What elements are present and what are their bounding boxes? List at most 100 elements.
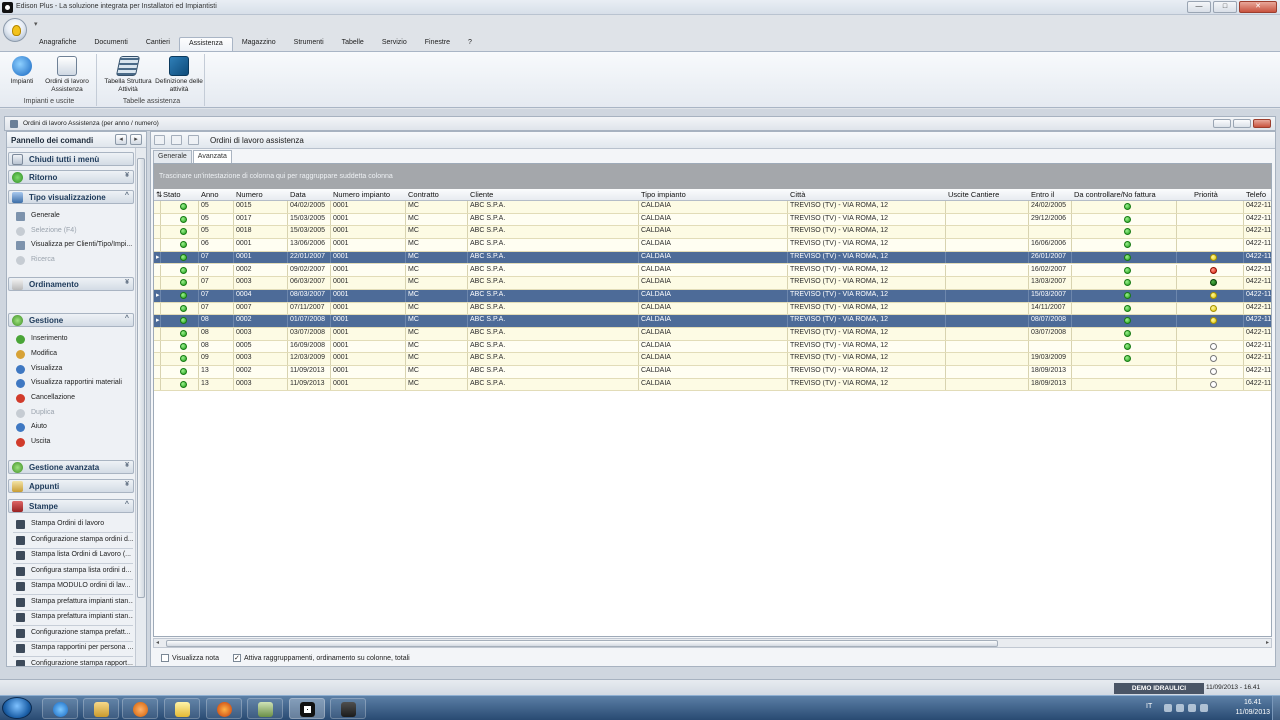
- ribbon-tab-servizio[interactable]: Servizio: [373, 37, 416, 51]
- ribbon-tab-strumenti[interactable]: Strumenti: [285, 37, 333, 51]
- column-header-controllo[interactable]: Da controllare/No fattura: [1074, 190, 1156, 199]
- column-header-contratto[interactable]: Contratto: [408, 190, 439, 199]
- table-row[interactable]: 07 0007 07/11/2007 0001 MC ABC S.P.A. CALDAIA T…: [154, 302, 1271, 316]
- column-header-numero[interactable]: Numero: [236, 190, 263, 199]
- menu-item-ricerca[interactable]: Ricerca: [13, 254, 133, 267]
- show-desktop-button[interactable]: [1272, 696, 1280, 720]
- ribbon-tab-assistenza[interactable]: Assistenza: [178, 37, 233, 51]
- column-header-citta[interactable]: Città: [790, 190, 805, 199]
- ribbon-tab-anagrafiche[interactable]: Anagrafiche: [30, 37, 85, 51]
- mdi-minimize-button[interactable]: [1213, 119, 1231, 128]
- menu-item-stampa-1[interactable]: Configurazione stampa ordini d...: [13, 533, 133, 549]
- table-row[interactable]: 06 0001 13/06/2006 0001 MC ABC S.P.A. CALDAIA T…: [154, 239, 1271, 252]
- start-button[interactable]: [2, 697, 32, 719]
- taskbar-app-6[interactable]: [247, 698, 283, 719]
- toolbar-button-1[interactable]: [154, 135, 165, 145]
- close-button[interactable]: ✕: [1239, 1, 1277, 13]
- menu-item-inserimento[interactable]: Inserimento: [13, 333, 133, 346]
- tray-flag-icon[interactable]: [1176, 704, 1184, 712]
- checkbox-attiva-raggruppamenti[interactable]: ✓: [232, 654, 241, 662]
- option-visualizza-nota[interactable]: Visualizza nota: [161, 654, 219, 662]
- section-ordinamento[interactable]: Ordinamento ¥: [8, 277, 134, 291]
- taskbar-ie[interactable]: [42, 698, 78, 719]
- column-header-entro[interactable]: Entro il: [1031, 190, 1054, 199]
- column-header-priorita[interactable]: Priorità: [1194, 190, 1218, 199]
- taskbar-explorer[interactable]: [83, 698, 119, 719]
- taskbar-clock[interactable]: 16.41 11/09/2013: [1235, 698, 1270, 718]
- application-menu-button[interactable]: [3, 18, 27, 42]
- ribbon-tab-[interactable]: ?: [459, 37, 481, 51]
- checkbox-visualizza-nota[interactable]: [161, 654, 169, 662]
- scroll-left-icon[interactable]: ◂: [156, 639, 159, 646]
- section-stampe[interactable]: Stampe ^: [8, 499, 134, 513]
- tray-arrow-icon[interactable]: [1164, 704, 1172, 712]
- maximize-button[interactable]: □: [1213, 1, 1237, 13]
- impianti-button[interactable]: Impianti: [4, 56, 40, 86]
- table-row[interactable]: 05 0015 04/02/2005 0001 MC ABC S.P.A. CALDAIA T…: [154, 201, 1271, 214]
- ribbon-tab-magazzino[interactable]: Magazzino: [233, 37, 285, 51]
- close-all-menus[interactable]: Chiudi tutti i menù: [8, 152, 134, 166]
- section-tipo-visualizzazione[interactable]: Tipo visualizzazione ^: [8, 190, 134, 204]
- mdi-close-button[interactable]: [1253, 119, 1271, 128]
- menu-item-visualizza-clienti[interactable]: Visualizza per Clienti/Tipo/Impi...: [13, 239, 133, 252]
- tab-avanzata[interactable]: Avanzata: [192, 150, 232, 163]
- menu-item-selezione[interactable]: Selezione (F4): [13, 225, 133, 238]
- column-header-anno[interactable]: Anno: [201, 190, 219, 199]
- ribbon-tab-finestre[interactable]: Finestre: [416, 37, 459, 51]
- section-appunti[interactable]: Appunti ¥: [8, 479, 134, 493]
- menu-item-stampa-4[interactable]: Stampa MODULO ordini di lav...: [13, 580, 133, 595]
- quick-access-toolbar-dropdown[interactable]: ▾: [34, 20, 38, 28]
- column-header-cliente[interactable]: Cliente: [470, 190, 493, 199]
- menu-item-modifica[interactable]: Modifica: [13, 348, 133, 361]
- taskbar-app-8[interactable]: [330, 698, 366, 719]
- table-row[interactable]: 13 0002 11/09/2013 0001 MC ABC S.P.A. CALDAIA T…: [154, 366, 1271, 379]
- menu-item-stampa-0[interactable]: Stampa Ordini di lavoro: [13, 518, 133, 533]
- menu-item-visualizza[interactable]: Visualizza: [13, 363, 133, 376]
- ribbon-tab-documenti[interactable]: Documenti: [85, 37, 136, 51]
- definizione-attivita-button[interactable]: Definizione delle attività: [155, 56, 203, 94]
- menu-item-rapportini[interactable]: Visualizza rapportini materiali: [13, 377, 133, 390]
- section-ritorno[interactable]: Ritorno ¥: [8, 170, 134, 184]
- taskbar-app-4[interactable]: [164, 698, 200, 719]
- menu-item-stampa-5[interactable]: Stampa prefattura impianti stan...: [13, 595, 133, 611]
- menu-item-aiuto[interactable]: Aiuto: [13, 421, 133, 434]
- ribbon-tab-tabelle[interactable]: Tabelle: [333, 37, 373, 51]
- panel-scrollbar[interactable]: [135, 148, 146, 666]
- language-indicator[interactable]: IT: [1146, 703, 1152, 710]
- table-row[interactable]: ▸ 07 0004 08/03/2007 0001 MC ABC S.P.A. CALDAIA…: [154, 289, 1271, 303]
- section-gestione-avanzata[interactable]: Gestione avanzata ¥: [8, 460, 134, 474]
- toolbar-button-3[interactable]: [188, 135, 199, 145]
- column-header-impianto[interactable]: Numero impianto: [333, 190, 390, 199]
- taskbar-media[interactable]: [122, 698, 158, 719]
- column-chooser-icon[interactable]: ⇅: [156, 190, 162, 199]
- mdi-restore-button[interactable]: [1233, 119, 1251, 128]
- panel-forward-button[interactable]: ▸: [130, 134, 142, 145]
- ordini-lavoro-assistenza-button[interactable]: Ordini di lavoro Assistenza: [42, 56, 92, 94]
- horizontal-scrollbar[interactable]: ◂ ▸: [153, 638, 1272, 648]
- option-attiva-raggruppamenti[interactable]: ✓ Attiva raggruppamenti, ordinamento su …: [232, 654, 410, 662]
- menu-item-generale[interactable]: Generale: [13, 210, 133, 223]
- table-row[interactable]: 09 0003 12/03/2009 0001 MC ABC S.P.A. CALDAIA T…: [154, 353, 1271, 367]
- menu-item-duplica[interactable]: Duplica: [13, 407, 133, 420]
- menu-item-stampa-2[interactable]: Stampa lista Ordini di Lavoro (...: [13, 549, 133, 564]
- network-icon[interactable]: [1188, 704, 1196, 712]
- toolbar-button-2[interactable]: [171, 135, 182, 145]
- column-header-uscite[interactable]: Uscite Cantiere: [948, 190, 999, 199]
- menu-item-stampa-6[interactable]: Stampa prefattura impianti stan...: [13, 611, 133, 626]
- table-row[interactable]: 08 0005 16/09/2008 0001 MC ABC S.P.A. CALDAIA T…: [154, 340, 1271, 354]
- scroll-right-icon[interactable]: ▸: [1266, 639, 1269, 646]
- taskbar-edison[interactable]: [289, 698, 325, 719]
- column-header-data[interactable]: Data: [290, 190, 306, 199]
- panel-back-button[interactable]: ◂: [115, 134, 127, 145]
- column-header-tipo[interactable]: Tipo impianto: [641, 190, 686, 199]
- minimize-button[interactable]: —: [1187, 1, 1211, 13]
- menu-item-stampa-9[interactable]: Configurazione stampa rapport...: [13, 657, 133, 666]
- table-row[interactable]: 13 0003 11/09/2013 0001 MC ABC S.P.A. CALDAIA T…: [154, 378, 1271, 392]
- menu-item-uscita[interactable]: Uscita: [13, 436, 133, 449]
- table-row[interactable]: ▸ 07 0001 22/01/2007 0001 MC ABC S.P.A. CALDAIA…: [154, 251, 1271, 265]
- volume-icon[interactable]: [1200, 704, 1208, 712]
- table-row[interactable]: ▸ 08 0002 01/07/2008 0001 MC ABC S.P.A. CALDAIA…: [154, 315, 1271, 328]
- table-row[interactable]: 05 0018 15/03/2005 0001 MC ABC S.P.A. CALDAIA T…: [154, 226, 1271, 240]
- ribbon-tab-cantieri[interactable]: Cantieri: [137, 37, 179, 51]
- menu-item-cancellazione[interactable]: Cancellazione: [13, 392, 133, 405]
